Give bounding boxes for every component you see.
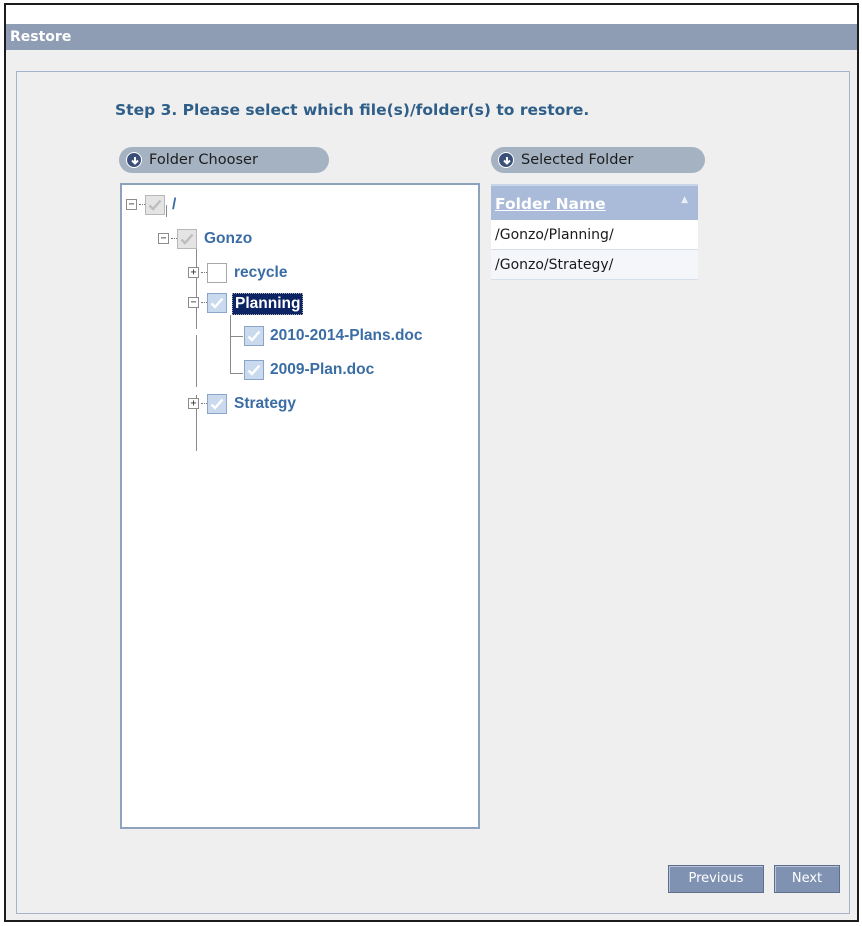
tree-connector: [166, 205, 167, 217]
previous-button[interactable]: Previous: [668, 865, 764, 893]
table-row[interactable]: /Gonzo/Strategy/: [491, 250, 698, 280]
tree-node-label[interactable]: 2009-Plan.doc: [268, 360, 376, 380]
next-button[interactable]: Next: [774, 865, 840, 893]
plus-icon[interactable]: +: [188, 267, 199, 278]
top-strip: [6, 5, 857, 24]
tree-connector: [196, 335, 197, 387]
circle-down-arrow-icon: [498, 152, 514, 168]
tree-checkbox-recycle[interactable]: [207, 263, 227, 283]
tree-checkbox-strategy[interactable]: [207, 394, 227, 414]
minus-icon[interactable]: −: [158, 233, 169, 244]
tree-checkbox-gonzo[interactable]: [177, 229, 197, 249]
tree-checkbox-file[interactable]: [244, 326, 264, 346]
tree-connector: [196, 239, 197, 329]
tree-checkbox-planning[interactable]: [207, 293, 227, 313]
tree-node-label[interactable]: /: [170, 195, 178, 215]
restore-panel: Step 3. Please select which file(s)/fold…: [16, 71, 850, 914]
tree-node-label[interactable]: 2010-2014-Plans.doc: [268, 326, 425, 346]
folder-tree[interactable]: − / − Gonzo + recycle − Planning 2010-20…: [120, 183, 480, 829]
folder-name-header-label[interactable]: Folder Name: [495, 195, 606, 213]
selected-folder-header[interactable]: Selected Folder: [491, 147, 705, 173]
minus-icon[interactable]: −: [188, 297, 199, 308]
table-row[interactable]: /Gonzo/Planning/: [491, 220, 698, 250]
tree-connector: [230, 349, 243, 374]
tree-node-label[interactable]: Strategy: [232, 394, 298, 414]
tree-node-label[interactable]: Gonzo: [202, 229, 254, 249]
folder-name-column-header[interactable]: Folder Name ▲: [491, 184, 698, 220]
tree-node-label-selected[interactable]: Planning: [232, 293, 304, 315]
step-title: Step 3. Please select which file(s)/fold…: [115, 101, 590, 119]
window-title: Restore: [6, 24, 857, 50]
minus-icon[interactable]: −: [126, 199, 137, 210]
selected-folder-title: Selected Folder: [521, 152, 634, 168]
folder-chooser-title: Folder Chooser: [149, 152, 258, 168]
selected-folder-table: Folder Name ▲ /Gonzo/Planning/ /Gonzo/St…: [491, 184, 698, 280]
tree-checkbox-file[interactable]: [244, 360, 264, 380]
plus-icon[interactable]: +: [188, 398, 199, 409]
restore-window: Restore Step 3. Please select which file…: [4, 3, 859, 922]
tree-node-label[interactable]: recycle: [232, 263, 289, 283]
folder-chooser-header[interactable]: Folder Chooser: [119, 147, 329, 173]
circle-down-arrow-icon: [126, 152, 142, 168]
tree-checkbox-root[interactable]: [145, 195, 165, 215]
sort-ascending-icon: ▲: [681, 195, 688, 205]
